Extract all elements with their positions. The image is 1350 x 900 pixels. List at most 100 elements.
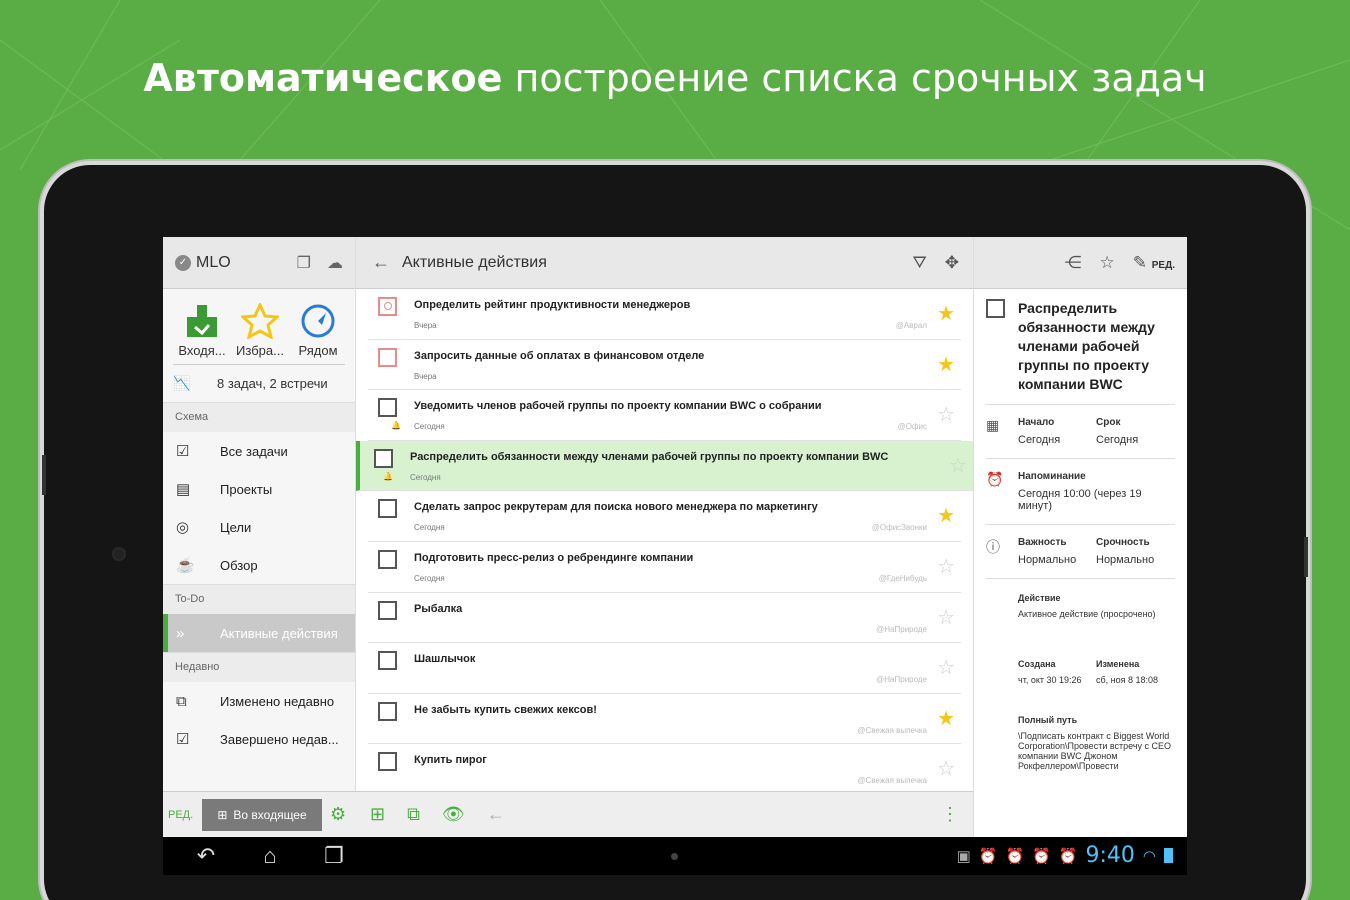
due-label: Срок [1096,417,1121,428]
task-row[interactable]: Определить рейтинг продуктивности менедж… [368,289,961,340]
edit-action[interactable]: ✎ РЕД. [1133,253,1175,273]
home-icon[interactable]: ⌂ [249,843,291,869]
task-title: Запросить данные об оплатах в финансовом… [414,349,705,362]
task-checkbox[interactable] [378,701,397,721]
start-value: Сегодня [1018,434,1061,446]
recents-icon[interactable]: ❐ [313,843,355,869]
priority-block[interactable]: ⓘ Важность Нормально Срочность Нормально [986,525,1175,579]
back-arrow-icon[interactable]: ← [372,252,390,273]
task-checkbox[interactable] [378,347,397,367]
task-checkbox[interactable] [378,499,397,519]
task-row[interactable]: Распределить обязанности между членами р… [356,440,973,492]
app-logo[interactable]: ✓ MLO [175,254,231,272]
info-icon: ⓘ [986,539,1000,555]
back-disabled-icon[interactable]: ← [487,804,505,825]
wifi-icon: ◠ [1142,847,1156,865]
more-icon[interactable]: ⋮ [941,804,959,825]
task-checkbox[interactable] [374,448,393,468]
star-outline-icon[interactable]: ☆ [937,554,955,579]
nav-projects[interactable]: ▤ Проекты [163,470,355,508]
star-outline-icon[interactable]: ☆ [1100,253,1115,273]
filter-icon[interactable]: ⛛ [912,253,926,273]
task-date: Сегодня [414,523,445,533]
headline: Автоматическое построение списка срочных… [0,56,1350,100]
task-checkbox[interactable] [378,600,397,620]
cloud-sync-icon[interactable]: ☁ [327,253,343,273]
summary-row[interactable]: 📉 8 задач, 2 встречи [173,364,345,402]
battery-icon [1164,848,1173,863]
add-task-icon[interactable]: ⊞ [370,804,385,825]
star-outline-icon[interactable]: ☆ [949,453,967,478]
compass-icon [289,299,347,343]
action-block: Действие Активное действие (просрочено) [986,579,1175,631]
edit-button[interactable]: РЕД. [168,809,202,821]
back-nav-icon[interactable]: ↶ [185,843,227,869]
nav-recently-completed[interactable]: ☑ Завершено недав... [163,720,355,758]
alarm-icon: ⏰ [978,847,998,865]
task-checkbox[interactable] [378,752,397,772]
importance-value: Нормально [1018,554,1077,566]
task-context: @Свежая выпечка [857,776,927,786]
task-context: @ГдеНибудь [878,573,927,583]
dates-block[interactable]: ▦ Начало Сегодня Срок Сегодня [986,405,1175,459]
reminder-value: Сегодня 10:00 (через 19 минут) [1018,488,1142,512]
checklist-icon: ☑ [176,443,190,460]
share-icon[interactable]: ⋲ [1065,253,1082,273]
task-title: Купить пирог [414,754,487,767]
nav-label: Все задачи [220,443,288,459]
eye-icon[interactable]: 👁 [442,804,465,825]
task-checkbox[interactable] [378,549,397,569]
copy-icon: ⧉ [176,692,187,710]
left-header: ✓ MLO ❐ ☁ [163,237,355,289]
star-outline-icon[interactable]: ☆ [937,402,955,427]
star-outline-icon[interactable]: ☆ [937,605,955,630]
detail-checkbox[interactable] [986,299,1005,318]
gear-icon[interactable]: ⚙ [330,804,346,825]
nav-label: Проекты [220,481,273,497]
task-list: Определить рейтинг продуктивности менедж… [356,289,973,795]
inbox-icon [173,299,231,343]
quick-favorites[interactable]: Избра... [231,299,289,358]
to-inbox-button[interactable]: ⊞ Во входящее [202,798,322,831]
task-row[interactable]: Уведомить членов рабочей группы по проек… [368,390,961,441]
nav-active-actions[interactable]: » Активные действия [163,614,355,652]
windows-icon[interactable]: ❐ [297,253,311,273]
nav-goals[interactable]: ◎ Цели [163,508,355,546]
star-filled-icon[interactable]: ★ [937,301,955,326]
nav-recently-changed[interactable]: ⧉ Изменено недавно [163,682,355,720]
reminder-block[interactable]: ⏰ Напоминание Сегодня 10:00 (через 19 мин… [986,459,1175,525]
task-row[interactable]: Подготовить пресс-релиз о ребрендинге ко… [368,542,961,593]
star-outline-icon[interactable]: ☆ [937,756,955,781]
nav-label: Изменено недавно [220,693,335,709]
task-checkbox[interactable] [378,398,397,418]
alarm-icon: ⏰ [1032,847,1051,865]
task-checkbox[interactable] [378,297,397,316]
section-todo: To-Do [163,584,355,614]
star-outline-icon[interactable]: ☆ [937,655,955,680]
task-row[interactable]: Сделать запрос рекрутерам для поиска нов… [368,491,961,542]
task-context: @Офис [897,422,927,432]
nav-all-tasks[interactable]: ☑ Все задачи [163,432,355,470]
quick-inbox[interactable]: Входя... [173,299,231,358]
task-row[interactable]: Рыбалка @НаПрироде ☆ [368,593,961,644]
star-icon [231,299,289,343]
task-context: @ОфисЗвонки [871,523,927,533]
status-bar: ▣ ⏰ ⏰ ⏰ ⏰ 9:40 ◠ [957,843,1173,868]
star-filled-icon[interactable]: ★ [937,352,955,377]
headline-bold: Автоматическое [143,56,503,100]
move-icon[interactable]: ✥ [945,253,959,273]
alarm-icon: ⏰ [1005,847,1025,865]
star-filled-icon[interactable]: ★ [937,706,955,731]
star-filled-icon[interactable]: ★ [937,503,955,528]
task-context: @НаПрироде [876,624,927,634]
task-row[interactable]: Купить пирог @Свежая выпечка ☆ [368,744,961,795]
quick-inbox-label: Входя... [178,343,226,358]
task-row[interactable]: Не забыть купить свежих кексов! @Свежая в… [368,694,961,745]
task-row[interactable]: Шашлычок @НаПрироде ☆ [368,643,961,694]
add-subtask-icon[interactable]: ⧉ [407,804,420,825]
nav-review[interactable]: ☕ Обзор [163,546,355,584]
quick-nearby[interactable]: Рядом [289,299,347,358]
task-row[interactable]: Запросить данные об оплатах в финансовом… [368,340,961,391]
task-checkbox[interactable] [378,651,397,671]
edit-label: РЕД. [1151,259,1175,271]
